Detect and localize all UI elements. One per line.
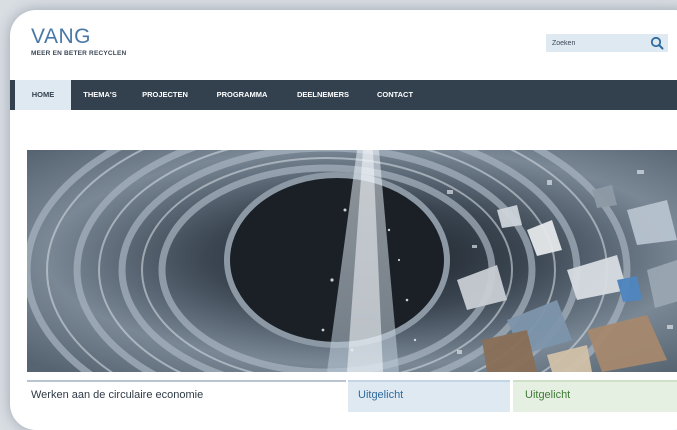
nav-item-contact[interactable]: CONTACT: [366, 80, 424, 110]
main-heading-panel: Werken aan de circulaire economie: [27, 380, 346, 412]
featured-heading-2: Uitgelicht: [525, 389, 571, 401]
logo-title: VANG: [31, 25, 91, 48]
nav-item-projecten[interactable]: PROJECTEN: [132, 80, 198, 110]
nav-item-deelnemers[interactable]: DEELNEMERS: [286, 80, 360, 110]
featured-panel-1[interactable]: Uitgelicht: [348, 380, 510, 412]
logo-subtitle: MEER EN BETER RECYCLEN: [31, 50, 127, 57]
hero-image: [27, 150, 677, 372]
page-card: VANG MEER EN BETER RECYCLEN HOME THEMA'S…: [10, 10, 677, 430]
site-logo[interactable]: VANG MEER EN BETER RECYCLEN: [31, 25, 127, 58]
nav-item-themas[interactable]: THEMA'S: [74, 80, 126, 110]
nav-item-home[interactable]: HOME: [15, 80, 71, 110]
featured-heading-1: Uitgelicht: [358, 389, 404, 401]
main-nav: HOME THEMA'S PROJECTEN PROGRAMMA DEELNEM…: [10, 80, 677, 110]
main-heading: Werken aan de circulaire economie: [31, 389, 204, 401]
search-box: [546, 34, 668, 52]
nav-item-programma[interactable]: PROGRAMMA: [204, 80, 280, 110]
search-icon[interactable]: [650, 36, 664, 50]
search-input[interactable]: [546, 34, 646, 52]
featured-panel-2[interactable]: Uitgelicht: [513, 380, 677, 412]
